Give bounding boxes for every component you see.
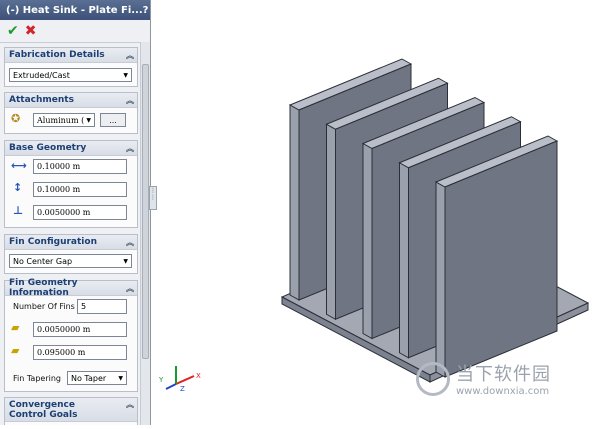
fin-side-1 (289, 104, 300, 301)
thickness-icon: ⊥ (13, 204, 24, 217)
chevron-down-icon: ▼ (123, 257, 128, 265)
collapse-icon[interactable]: ︽ (126, 95, 134, 106)
watermark-title: 当下软件园 (456, 364, 551, 385)
fin-tapering-label: Fin Tapering (13, 374, 61, 383)
fin-configuration-select[interactable]: No Center Gap ▼ (9, 254, 132, 268)
help-icon[interactable]: ? (143, 5, 149, 16)
axis-x-label: X (196, 372, 201, 380)
property-manager-panel: (-) Heat Sink - Plate Fi... ? ✔ ✖ Fabric… (0, 0, 151, 425)
axis-triad: X Y Z (158, 366, 201, 392)
base-width-field[interactable]: 0.10000 m (33, 159, 127, 174)
collapse-icon[interactable]: ︽ (126, 400, 134, 410)
fin-side-5 (435, 181, 446, 378)
number-of-fins-label: Number Of Fins (13, 302, 75, 311)
fin-height-field[interactable]: 0.095000 m (33, 345, 127, 360)
scrollbar-thumb[interactable] (142, 64, 149, 359)
fin-thickness-icon: ▰ (11, 321, 20, 334)
material-select[interactable]: Aluminum (▼ (33, 113, 95, 127)
convergence-group: Convergence Control Goals ︽ (4, 397, 138, 425)
fin-configuration-group: Fin Configuration ︽ No Center Gap ▼ (4, 234, 138, 274)
collapse-icon[interactable]: ︽ (126, 50, 134, 61)
watermark-url: www.downxia.com (456, 386, 550, 397)
fabrication-details-group: Fabrication Details ︽ Extruded/Cast ▼ (4, 47, 138, 87)
base-length-field[interactable]: 0.10000 m (33, 182, 127, 197)
fin-height-icon: ▰ (11, 344, 20, 357)
group-header[interactable]: Fin Configuration ︽ (5, 235, 137, 250)
group-header[interactable]: Base Geometry ︽ (5, 141, 137, 156)
collapse-icon[interactable]: ︽ (126, 237, 134, 248)
fin-side-4 (399, 161, 409, 359)
width-icon: ⟷ (11, 159, 27, 172)
collapse-icon[interactable]: ︽ (126, 283, 134, 294)
watermark: 当下软件园 www.downxia.com (412, 358, 598, 408)
number-of-fins-field[interactable]: 5 (77, 299, 127, 314)
fin-side-3 (362, 142, 373, 340)
group-header[interactable]: Attachments ︽ (5, 93, 137, 108)
panel-title: (-) Heat Sink - Plate Fi... (6, 4, 143, 16)
fin-side-2 (326, 123, 336, 321)
attachments-group: Attachments ︽ ✪ Aluminum (▼ ... (4, 92, 138, 134)
base-geometry-group: Base Geometry ︽ ⟷ 0.10000 m ↕ 0.10000 m ⊥… (4, 140, 138, 228)
chevron-down-icon: ▼ (123, 71, 128, 79)
axis-z-label: Z (180, 385, 185, 392)
ok-cancel-bar: ✔ ✖ (0, 20, 150, 43)
chevron-down-icon: ▼ (86, 116, 91, 124)
fin-thickness-field[interactable]: 0.0050000 m (33, 322, 127, 337)
panel-scrollbar[interactable] (140, 42, 150, 425)
axis-y-label: Y (158, 376, 164, 384)
group-header[interactable]: Fabrication Details ︽ (5, 48, 137, 63)
length-icon: ↕ (13, 181, 23, 194)
group-header[interactable]: Convergence Control Goals ︽ (5, 398, 137, 422)
fin-tapering-select[interactable]: No Taper ▼ (67, 371, 127, 385)
browse-button[interactable]: ... (100, 113, 126, 127)
checkmark-icon[interactable]: ✔ (7, 23, 19, 39)
chevron-down-icon: ▼ (118, 374, 123, 382)
group-header[interactable]: Fin Geometry Information ︽ (5, 278, 137, 298)
panel-title-bar: (-) Heat Sink - Plate Fi... ? (0, 0, 150, 20)
fabrication-select[interactable]: Extruded/Cast ▼ (9, 68, 132, 82)
base-thickness-field[interactable]: 0.0050000 m (33, 205, 127, 220)
material-icon: ✪ (11, 112, 21, 125)
fin-geometry-group: Fin Geometry Information ︽ Number Of Fins… (4, 278, 138, 392)
collapse-icon[interactable]: ︽ (126, 143, 134, 154)
close-icon[interactable]: ✖ (25, 23, 37, 39)
watermark-logo-icon (416, 362, 450, 396)
